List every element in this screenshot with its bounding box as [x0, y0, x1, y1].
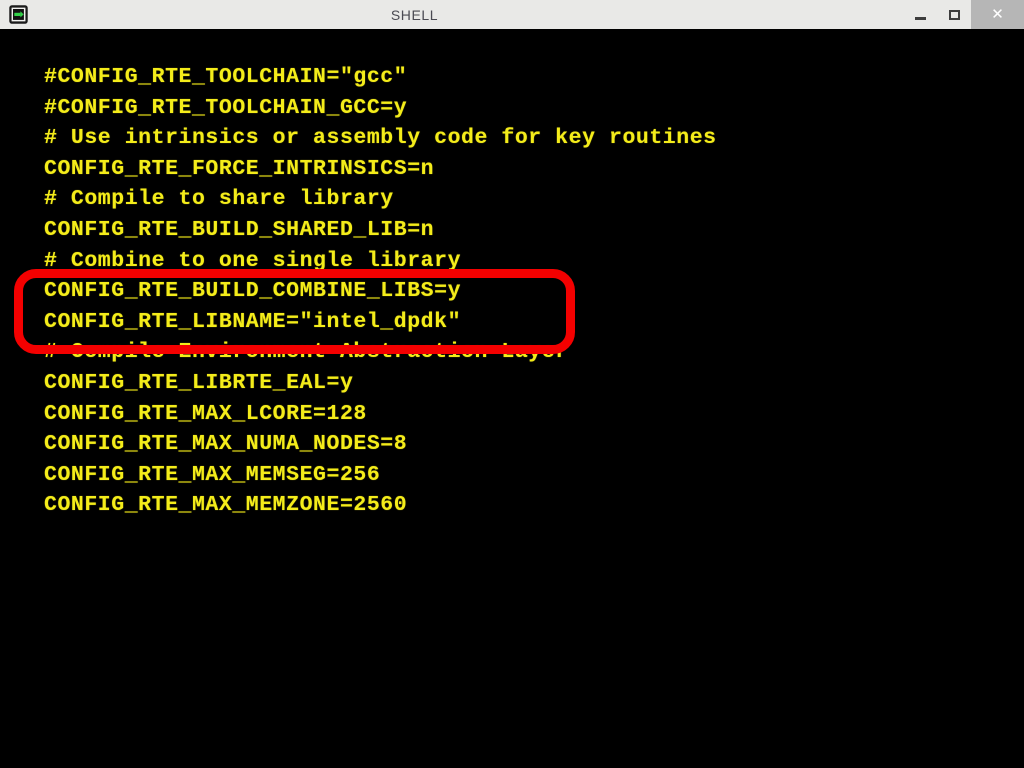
- window-controls: ✕: [903, 0, 1024, 29]
- close-icon: ✕: [991, 6, 1004, 23]
- terminal-line: CONFIG_RTE_BUILD_COMBINE_LIBS=y: [44, 279, 462, 304]
- window-titlebar[interactable]: SHELL ✕: [0, 0, 1024, 31]
- minimize-button[interactable]: [903, 0, 937, 29]
- close-button[interactable]: ✕: [971, 0, 1024, 29]
- terminal-line: CONFIG_RTE_MAX_MEMSEG=256: [44, 462, 381, 487]
- terminal-output-area[interactable]: #CONFIG_RTE_TOOLCHAIN="gcc" #CONFIG_RTE_…: [0, 31, 1024, 768]
- terminal-line: CONFIG_RTE_BUILD_SHARED_LIB=n: [44, 217, 435, 242]
- terminal-line-list: #CONFIG_RTE_TOOLCHAIN="gcc" #CONFIG_RTE_…: [44, 62, 717, 521]
- maximize-icon: [948, 9, 960, 20]
- terminal-line: # Compile Environment Abstraction Layer: [44, 340, 569, 365]
- terminal-line: CONFIG_RTE_FORCE_INTRINSICS=n: [44, 156, 435, 181]
- terminal-line: CONFIG_RTE_LIBRTE_EAL=y: [44, 370, 354, 395]
- terminal-line: CONFIG_RTE_LIBNAME="intel_dpdk": [44, 309, 462, 334]
- terminal-line: # Use intrinsics or assembly code for ke…: [44, 126, 717, 151]
- terminal-line: #CONFIG_RTE_TOOLCHAIN="gcc": [44, 65, 408, 89]
- shell-window: SHELL ✕ #CONFIG_RTE_TOOLCHAIN="gcc" #CON…: [0, 0, 1024, 768]
- minimize-icon: [914, 16, 926, 20]
- maximize-button[interactable]: [937, 0, 971, 29]
- window-title: SHELL: [390, 6, 439, 23]
- shell-terminal-icon: [8, 5, 28, 24]
- terminal-line: CONFIG_RTE_MAX_MEMZONE=2560: [44, 493, 408, 518]
- terminal-line: # Compile to share library: [44, 187, 394, 212]
- terminal-line: # Combine to one single library: [44, 248, 462, 273]
- window-icon-wrap[interactable]: [0, 0, 36, 29]
- terminal-line: #CONFIG_RTE_TOOLCHAIN_GCC=y: [44, 95, 408, 120]
- terminal-line: CONFIG_RTE_MAX_NUMA_NODES=8: [44, 432, 408, 457]
- terminal-line: CONFIG_RTE_MAX_LCORE=128: [44, 401, 367, 426]
